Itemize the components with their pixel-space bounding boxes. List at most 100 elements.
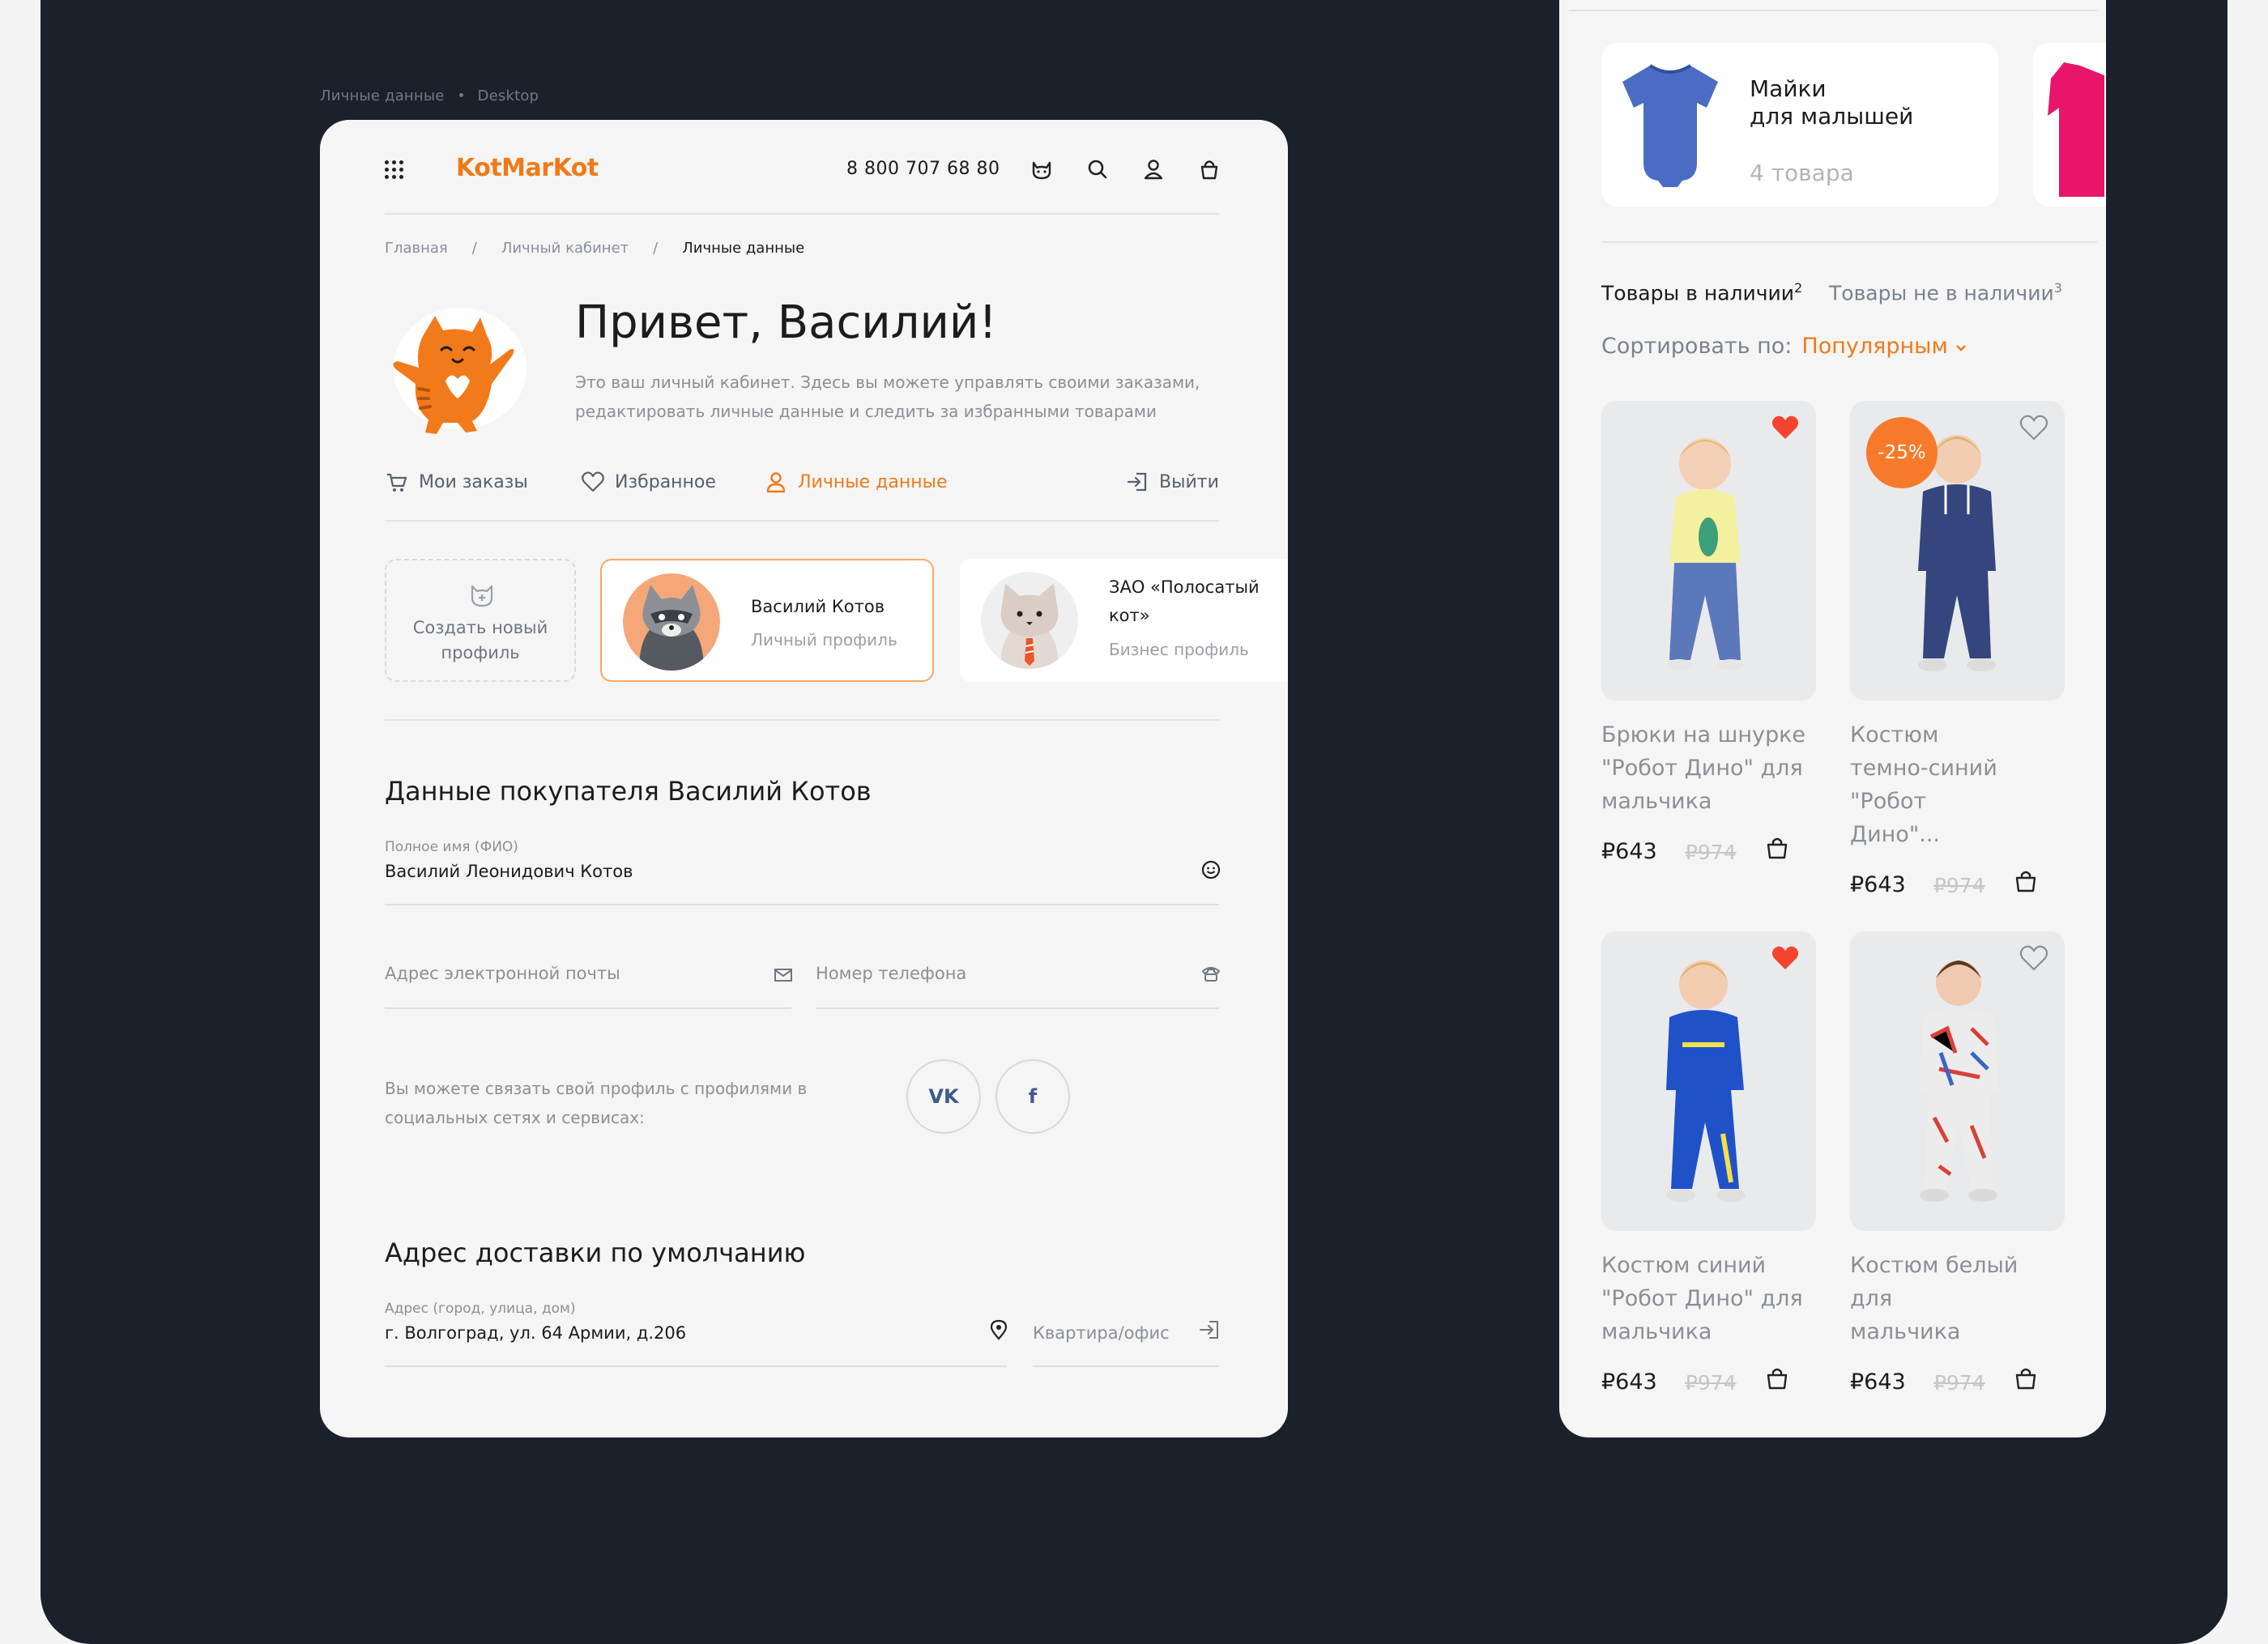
product-prices: ₽643 ₽974 xyxy=(1601,1368,1816,1402)
product-name-line2: "Робот Дино" для xyxy=(1601,756,1803,781)
search-icon[interactable] xyxy=(1084,155,1111,183)
add-to-cart-icon[interactable] xyxy=(2012,867,2040,895)
facebook-button[interactable]: f xyxy=(995,1059,1070,1134)
smile-icon xyxy=(1201,860,1221,879)
tab-in-stock-label: Товары в наличии xyxy=(1601,281,1795,305)
profile-business-type: Бизнес профиль xyxy=(1109,640,1249,659)
product-name-line3: мальчика xyxy=(1601,1319,1712,1344)
product-name-line2: темно-синий "Робот xyxy=(1850,756,1997,814)
sort-dropdown[interactable]: Популярным xyxy=(1801,334,1967,359)
frame-caption: Личные данные Desktop xyxy=(320,87,539,104)
desktop-frame: KotMarKot 8 800 707 68 80 Главная / Личный… xyxy=(320,120,1288,1437)
product-prices: ₽643 ₽974 xyxy=(1601,837,1816,871)
user-icon xyxy=(766,472,786,493)
product-image: -25% xyxy=(1850,401,2065,701)
tab-out-of-stock-count: 3 xyxy=(2053,280,2062,296)
category-title-line1: Майки xyxy=(1750,75,1827,102)
product-old-price: ₽974 xyxy=(1685,841,1737,864)
phone-underline xyxy=(816,1007,1219,1009)
email-field[interactable]: Адрес электронной почты xyxy=(385,964,620,983)
breadcrumb-home[interactable]: Главная xyxy=(385,240,448,257)
header: KotMarKot 8 800 707 68 80 xyxy=(385,120,1219,215)
product-card[interactable]: Брюки на шнурке "Робот Дино" для мальчика … xyxy=(1601,401,1816,871)
phone-field[interactable]: Номер телефона xyxy=(816,964,966,983)
menu-grid-icon[interactable] xyxy=(385,160,404,180)
enter-icon xyxy=(1200,1321,1218,1339)
logout-button[interactable]: Выйти xyxy=(1125,470,1219,494)
profile-business-name: ЗАО «Полосатый кот» xyxy=(1109,573,1260,630)
sort-label: Сортировать по: xyxy=(1601,334,1793,359)
apartment-underline xyxy=(1033,1365,1219,1367)
tab-out-of-stock[interactable]: Товары не в наличии3 xyxy=(1829,280,2062,305)
product-name-line3: мальчика xyxy=(1601,789,1712,814)
tab-favorites-label: Избранное xyxy=(615,471,716,492)
address-label: Адрес (город, улица, дом) xyxy=(385,1301,576,1317)
product-image xyxy=(1850,931,2065,1231)
product-price: ₽643 xyxy=(1601,839,1657,864)
tab-orders[interactable]: Мои заказы xyxy=(385,470,528,494)
category-title-line2: для малышей xyxy=(1750,103,1914,130)
product-image xyxy=(1601,401,1816,701)
logo[interactable]: KotMarKot xyxy=(456,154,599,182)
product-name-line2: "Робот Дино" для xyxy=(1601,1286,1803,1311)
cat-mascot-avatar xyxy=(393,308,526,434)
heart-icon xyxy=(582,471,604,492)
profile-business-name-line2: кот» xyxy=(1109,606,1150,625)
logout-label: Выйти xyxy=(1159,471,1219,492)
cat-icon[interactable] xyxy=(1028,155,1055,183)
tab-personal-label: Личные данные xyxy=(798,471,948,492)
email-underline xyxy=(385,1007,791,1009)
category-title: Майки для малышей xyxy=(1750,75,1913,130)
vk-button[interactable]: VK xyxy=(906,1059,981,1134)
product-card[interactable]: Костюм синий "Робот Дино" для мальчика ₽64… xyxy=(1601,931,1816,1402)
apartment-field[interactable]: Квартира/офис xyxy=(1033,1323,1170,1343)
add-to-cart-icon[interactable] xyxy=(2012,1365,2040,1392)
product-price: ₽643 xyxy=(1601,1369,1657,1395)
breadcrumb-separator: / xyxy=(471,240,477,257)
tab-favorites[interactable]: Избранное xyxy=(581,470,716,494)
tab-in-stock[interactable]: Товары в наличии2 xyxy=(1601,280,1802,305)
favorite-heart-icon[interactable] xyxy=(1771,944,1800,972)
product-image xyxy=(1601,931,1816,1231)
category-card-next[interactable] xyxy=(2033,43,2106,207)
bag-icon[interactable] xyxy=(1196,155,1223,183)
account-tabs: Мои заказы Избранное Личные данные Выйти xyxy=(385,454,1219,522)
breadcrumb-separator: / xyxy=(653,240,659,257)
divider xyxy=(385,719,1219,721)
product-card[interactable]: Костюм белый для мальчика ₽643 ₽974 xyxy=(1850,931,2065,1402)
add-cat-icon xyxy=(471,585,493,607)
fullname-label: Полное имя (ФИО) xyxy=(385,839,518,855)
fullname-field[interactable]: Василий Леонидович Котов xyxy=(385,862,633,881)
tab-orders-label: Мои заказы xyxy=(419,471,528,492)
category-card[interactable]: Майки для малышей 4 товара xyxy=(1601,43,1998,207)
product-photo-white-suit xyxy=(1920,960,1999,1202)
product-name: Костюм темно-синий "Робот Дино"... xyxy=(1850,718,2065,851)
product-old-price: ₽974 xyxy=(1933,1371,1985,1395)
header-phone[interactable]: 8 800 707 68 80 xyxy=(846,159,1000,179)
add-to-cart-icon[interactable] xyxy=(1763,1365,1791,1392)
social-link-text: Вы можете связать свой профиль с профиля… xyxy=(385,1079,808,1127)
product-photo-toddler xyxy=(1666,438,1744,671)
profile-personal-name: Василий Котов xyxy=(751,597,885,616)
favorite-heart-icon[interactable] xyxy=(2019,414,2048,441)
caption-device: Desktop xyxy=(477,87,539,104)
address-field[interactable]: г. Волгоград, ул. 64 Армии, д.206 xyxy=(385,1323,686,1343)
create-profile-line1: Создать новый xyxy=(412,618,548,637)
product-name-line1: Брюки на шнурке xyxy=(1601,722,1806,747)
caption-section: Личные данные xyxy=(320,87,445,104)
tab-personal[interactable]: Личные данные xyxy=(764,470,948,494)
favorite-heart-icon[interactable] xyxy=(2019,944,2048,972)
divider xyxy=(1601,241,2097,243)
product-card[interactable]: -25% Костюм темно-синий "Робот Дино"... ₽6… xyxy=(1850,401,2065,905)
profile-card-business[interactable]: ЗАО «Полосатый кот» Бизнес профиль xyxy=(960,559,1288,682)
business-cat-avatar xyxy=(981,572,1078,669)
profile-business-name-line1: ЗАО «Полосатый xyxy=(1109,577,1260,597)
breadcrumb-cabinet[interactable]: Личный кабинет xyxy=(501,240,629,257)
add-to-cart-icon[interactable] xyxy=(1763,834,1791,862)
logout-icon xyxy=(1127,472,1147,492)
user-icon[interactable] xyxy=(1140,155,1167,183)
profile-card-personal[interactable]: Василий Котов Личный профиль xyxy=(600,559,934,682)
cart-icon xyxy=(387,473,407,492)
favorite-heart-icon[interactable] xyxy=(1771,414,1800,441)
create-profile-button[interactable]: Создать новый профиль xyxy=(385,559,576,682)
